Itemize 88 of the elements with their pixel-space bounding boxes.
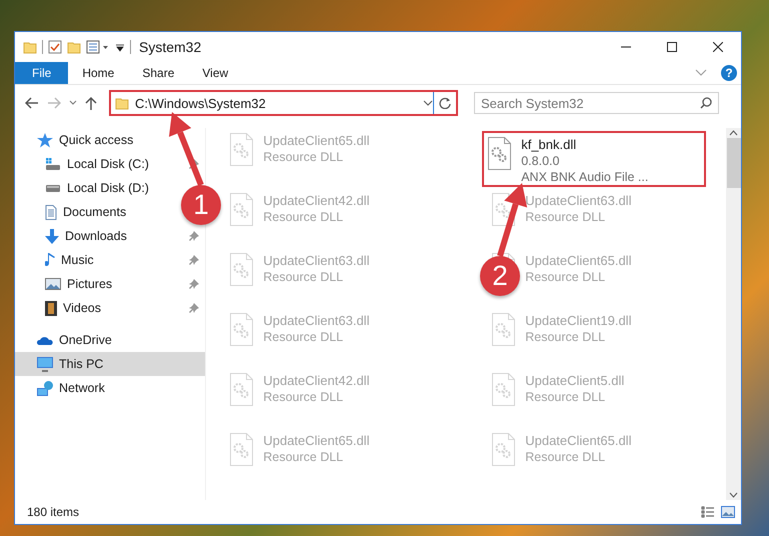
- scroll-thumb[interactable]: [726, 138, 741, 188]
- file-detail: Resource DLL: [525, 330, 606, 344]
- file-name: UpdateClient63.dll: [263, 253, 370, 268]
- file-name: UpdateClient63.dll: [525, 193, 632, 208]
- gear-file-icon: [230, 193, 254, 226]
- ribbon-tab[interactable]: View: [188, 62, 242, 84]
- chevron-up-icon[interactable]: [729, 130, 738, 136]
- scrollbar[interactable]: [726, 128, 741, 500]
- file-detail: Resource DLL: [263, 150, 344, 164]
- file-detail: 0.8.0.0: [521, 154, 560, 168]
- back-arrow-icon[interactable]: [25, 97, 39, 109]
- highlighted-file-item[interactable]: kf_bnk.dll 0.8.0.0 ANX BNK Audio File ...: [482, 131, 706, 187]
- network-icon: [37, 380, 53, 396]
- film-icon: [45, 300, 57, 316]
- file-name: UpdateClient42.dll: [263, 193, 370, 208]
- chevron-down-icon[interactable]: [729, 492, 738, 498]
- nav-item[interactable]: Videos: [63, 301, 101, 315]
- file-name: UpdateClient19.dll: [525, 313, 632, 328]
- properties-icon[interactable]: [86, 40, 110, 54]
- nav-item[interactable]: Downloads: [65, 229, 127, 243]
- chevron-down-icon[interactable]: [69, 100, 77, 106]
- search-icon[interactable]: [700, 97, 712, 109]
- refresh-icon[interactable]: [439, 97, 451, 109]
- search-field[interactable]: Search System32: [474, 92, 719, 114]
- file-name: UpdateClient42.dll: [263, 373, 370, 388]
- file-detail: Resource DLL: [263, 450, 344, 464]
- checklist-icon[interactable]: [48, 40, 62, 54]
- picture-icon: [45, 278, 61, 290]
- file-menu-tab[interactable]: File: [15, 62, 68, 84]
- file-detail: Resource DLL: [263, 390, 344, 404]
- gear-file-icon: [492, 373, 516, 406]
- file-detail: Resource DLL: [263, 270, 344, 284]
- up-arrow-icon[interactable]: [85, 96, 97, 110]
- nav-item[interactable]: Network: [59, 381, 105, 395]
- download-arrow-icon: [45, 228, 59, 244]
- gear-file-icon: [492, 313, 516, 346]
- drive-icon: [45, 158, 61, 170]
- file-name: UpdateClient63.dll: [263, 313, 370, 328]
- gear-file-icon: [230, 133, 254, 166]
- file-detail: Resource DLL: [525, 210, 606, 224]
- address-bar[interactable]: C:\Windows\System32: [109, 90, 458, 116]
- nav-item[interactable]: OneDrive: [59, 333, 112, 347]
- details-view-icon[interactable]: [701, 506, 715, 518]
- gear-file-icon: [230, 313, 254, 346]
- chevron-down-icon[interactable]: [423, 100, 433, 106]
- pin-icon[interactable]: [189, 231, 200, 241]
- nav-item[interactable]: Local Disk (C:): [67, 157, 149, 171]
- file-name: UpdateClient65.dll: [263, 133, 370, 148]
- file-detail: Resource DLL: [525, 450, 606, 464]
- gear-file-icon: [230, 433, 254, 466]
- pin-icon[interactable]: [189, 255, 200, 265]
- nav-item[interactable]: Local Disk (D:): [67, 181, 149, 195]
- file-detail: ANX BNK Audio File ...: [521, 170, 648, 184]
- pin-icon[interactable]: [189, 303, 200, 313]
- gear-file-icon: [230, 253, 254, 286]
- file-name: kf_bnk.dll: [521, 137, 576, 152]
- file-name: UpdateClient65.dll: [263, 433, 370, 448]
- help-button[interactable]: ?: [721, 65, 737, 81]
- ribbon-tab[interactable]: Share: [128, 62, 188, 84]
- pin-icon[interactable]: [189, 279, 200, 289]
- gear-file-icon: [230, 373, 254, 406]
- ribbon-tab[interactable]: Home: [68, 62, 128, 84]
- file-detail: Resource DLL: [263, 330, 344, 344]
- nav-item[interactable]: This PC: [15, 352, 206, 376]
- music-note-icon: [45, 252, 55, 268]
- file-detail: Resource DLL: [525, 390, 606, 404]
- folder-icon: [115, 96, 129, 110]
- star-icon: [37, 132, 53, 148]
- address-path: C:\Windows\System32: [135, 96, 267, 110]
- item-count: 180 items: [27, 505, 80, 519]
- file-name: UpdateClient65.dll: [525, 433, 632, 448]
- large-icons-view-icon[interactable]: [721, 506, 735, 518]
- nav-item[interactable]: Quick access: [59, 133, 134, 147]
- window-title: System32: [138, 39, 202, 55]
- monitor-icon: [37, 356, 53, 372]
- file-name: UpdateClient65.dll: [525, 253, 632, 268]
- maximize-icon: [667, 42, 677, 52]
- file-detail: Resource DLL: [263, 210, 344, 224]
- gear-file-icon: [492, 433, 516, 466]
- close-icon: [713, 42, 723, 52]
- file-detail: Resource DLL: [525, 270, 606, 284]
- nav-item[interactable]: Documents: [63, 205, 126, 219]
- file-name: UpdateClient5.dll: [525, 373, 624, 388]
- drive-icon: [45, 184, 61, 192]
- document-icon: [45, 204, 57, 220]
- nav-item[interactable]: Pictures: [67, 277, 112, 291]
- cloud-icon: [37, 336, 53, 344]
- nav-item[interactable]: Music: [61, 253, 94, 267]
